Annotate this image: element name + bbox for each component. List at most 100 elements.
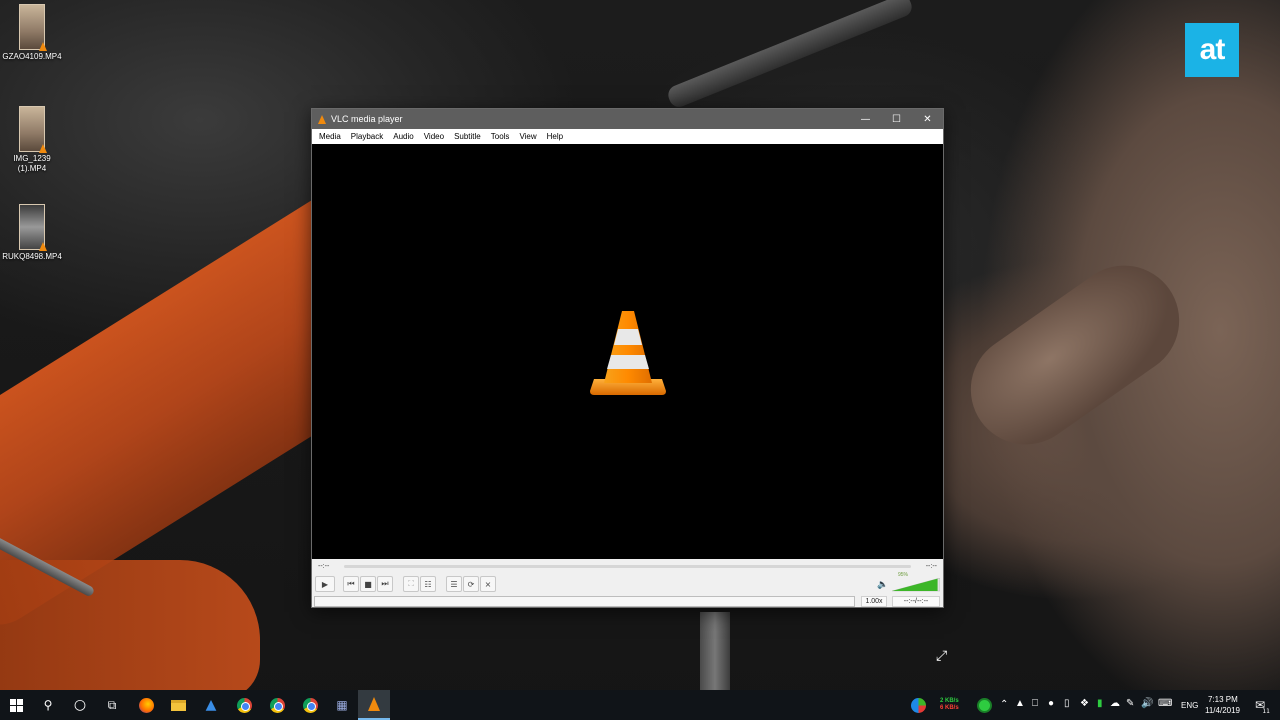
taskbar-chrome[interactable] xyxy=(261,690,293,720)
action-center-button[interactable]: ✉ 11 xyxy=(1246,690,1274,720)
start-button[interactable] xyxy=(0,690,32,720)
cortana-icon: ○ xyxy=(73,697,87,713)
wallpaper-roller xyxy=(949,243,1201,467)
extended-settings-button[interactable]: ☷ xyxy=(420,576,436,592)
taskbar-chrome[interactable] xyxy=(228,690,260,720)
menu-bar: Media Playback Audio Video Subtitle Tool… xyxy=(312,129,943,144)
file-explorer-icon xyxy=(170,699,186,711)
dropbox-icon[interactable]: ❖ xyxy=(1080,698,1089,709)
show-hidden-icons-icon[interactable]: ⌃ xyxy=(1000,699,1008,710)
loop-icon: ⟳ xyxy=(467,579,475,589)
play-icon: ▶ xyxy=(321,579,329,589)
search-button[interactable]: ⚲ xyxy=(32,690,64,720)
taskbar-vlc[interactable] xyxy=(358,690,390,720)
desktop-file-label: GZAO4109.MP4 xyxy=(2,52,62,61)
video-thumbnail-icon xyxy=(19,4,47,51)
chrome-icon xyxy=(302,697,318,713)
chrome-icon xyxy=(269,697,285,713)
play-button[interactable]: ▶ xyxy=(315,576,335,592)
tray-drop-icon[interactable]: ● xyxy=(1048,698,1054,709)
previous-icon: ⏮ xyxy=(347,579,355,588)
video-thumbnail-icon xyxy=(19,204,47,251)
controls-bar: ▶ ⏮ ■ ⏭ ⛶ ☷ ☰ ⟳ ⨯ 🔈 95% xyxy=(312,572,943,594)
stop-button[interactable]: ■ xyxy=(360,576,376,592)
equalizer-icon: ☷ xyxy=(424,579,432,589)
desktop-file-icon[interactable]: IMG_1239 (1).MP4 xyxy=(0,106,64,174)
remaining-time: --:-- xyxy=(925,562,937,570)
previous-button[interactable]: ⏮ xyxy=(343,576,359,592)
next-button[interactable]: ⏭ xyxy=(377,576,393,592)
elapsed-time: --:-- xyxy=(318,562,330,570)
taskbar: ⚲ ○ ⧉ ▲ ▦ 2 KB/s 6 KB/s ⌃ ▲ ⎕ ● ▯ ❖ ▮ ☁ … xyxy=(0,690,1280,720)
minimize-button[interactable]: — xyxy=(850,109,881,129)
taskbar-app[interactable]: ▲ xyxy=(195,690,227,720)
speaker-icon[interactable]: 🔈 xyxy=(877,580,888,590)
tray-pie-chart-icon[interactable] xyxy=(902,690,934,720)
volume-slider[interactable] xyxy=(892,578,940,592)
task-view-icon: ⧉ xyxy=(107,697,117,712)
tray-pen-icon[interactable]: ✎ xyxy=(1126,698,1134,709)
menu-playback[interactable]: Playback xyxy=(346,132,388,141)
title-bar[interactable]: VLC media player — ☐ ✕ xyxy=(312,109,943,129)
menu-video[interactable]: Video xyxy=(419,132,449,141)
app-icon: ▲ xyxy=(205,697,217,713)
menu-help[interactable]: Help xyxy=(542,132,568,141)
menu-tools[interactable]: Tools xyxy=(486,132,515,141)
fullscreen-button[interactable]: ⛶ xyxy=(403,576,419,592)
watermark-logo: at xyxy=(1185,23,1239,77)
shuffle-button[interactable]: ⨯ xyxy=(480,576,496,592)
next-icon: ⏭ xyxy=(381,579,389,588)
chrome-icon xyxy=(236,697,252,713)
taskbar-app[interactable]: ▦ xyxy=(326,690,358,720)
tray-battery-green-icon[interactable]: ▮ xyxy=(1097,698,1103,709)
playlist-button[interactable]: ☰ xyxy=(446,576,462,592)
clock-time[interactable]: 7:13 PM xyxy=(1208,695,1238,704)
tray-battery-icon[interactable]: ▯ xyxy=(1064,698,1070,709)
vlc-cone-icon xyxy=(590,311,666,395)
firefox-icon xyxy=(138,697,154,713)
desktop-file-icon[interactable]: RUKQ8498.MP4 xyxy=(0,204,64,262)
status-bar: 1.00x --:--/--:-- xyxy=(312,596,943,608)
menu-audio[interactable]: Audio xyxy=(388,132,418,141)
menu-view[interactable]: View xyxy=(514,132,541,141)
tray-vlc-icon[interactable]: ▲ xyxy=(1015,698,1025,709)
desktop-file-label: IMG_1239 (1).MP4 xyxy=(13,154,51,173)
taskbar-chrome[interactable] xyxy=(294,690,326,720)
app-icon: ▦ xyxy=(336,698,348,712)
playlist-icon: ☰ xyxy=(450,579,458,589)
window-title: VLC media player xyxy=(331,114,403,124)
maximize-button[interactable]: ☐ xyxy=(881,109,912,129)
loop-button[interactable]: ⟳ xyxy=(463,576,479,592)
keyboard-icon[interactable]: ⌨ xyxy=(1158,698,1172,709)
volume-icon[interactable]: 🔊 xyxy=(1141,698,1153,709)
cortana-button[interactable]: ○ xyxy=(64,690,96,720)
taskbar-firefox[interactable] xyxy=(130,690,162,720)
resize-cursor-icon: ⤢ xyxy=(936,648,948,664)
task-view-button[interactable]: ⧉ xyxy=(96,690,128,720)
tray-usb-icon[interactable]: ⎕ xyxy=(1032,698,1038,709)
seek-slider[interactable] xyxy=(344,565,911,568)
windows-icon xyxy=(9,698,23,712)
tray-network-icon[interactable]: ☁ xyxy=(1110,698,1120,709)
clock-date[interactable]: 11/4/2019 xyxy=(1205,706,1240,715)
wallpaper-metal-bar xyxy=(665,0,915,110)
desktop-file-icon[interactable]: GZAO4109.MP4 xyxy=(0,4,64,62)
time-display[interactable]: --:--/--:-- xyxy=(892,596,940,607)
menu-media[interactable]: Media xyxy=(314,132,346,141)
close-button[interactable]: ✕ xyxy=(912,109,943,129)
seek-row: --:-- --:-- xyxy=(312,559,943,573)
language-indicator[interactable]: ENG xyxy=(1181,701,1198,710)
shuffle-icon: ⨯ xyxy=(484,579,492,589)
wallpaper-orange-band-lower xyxy=(0,560,260,700)
menu-subtitle[interactable]: Subtitle xyxy=(449,132,486,141)
stop-icon: ■ xyxy=(364,579,372,589)
vlc-cone-icon xyxy=(318,114,326,124)
taskbar-file-explorer[interactable] xyxy=(162,690,194,720)
network-upload-speed: 2 KB/s xyxy=(940,698,959,704)
video-area[interactable] xyxy=(312,144,943,559)
tray-green-icon[interactable] xyxy=(968,690,1000,720)
playback-speed[interactable]: 1.00x xyxy=(861,596,887,607)
vlc-window[interactable]: VLC media player — ☐ ✕ Media Playback Au… xyxy=(311,108,944,608)
notification-count: 11 xyxy=(1262,708,1270,715)
network-download-speed: 6 KB/s xyxy=(940,705,959,711)
